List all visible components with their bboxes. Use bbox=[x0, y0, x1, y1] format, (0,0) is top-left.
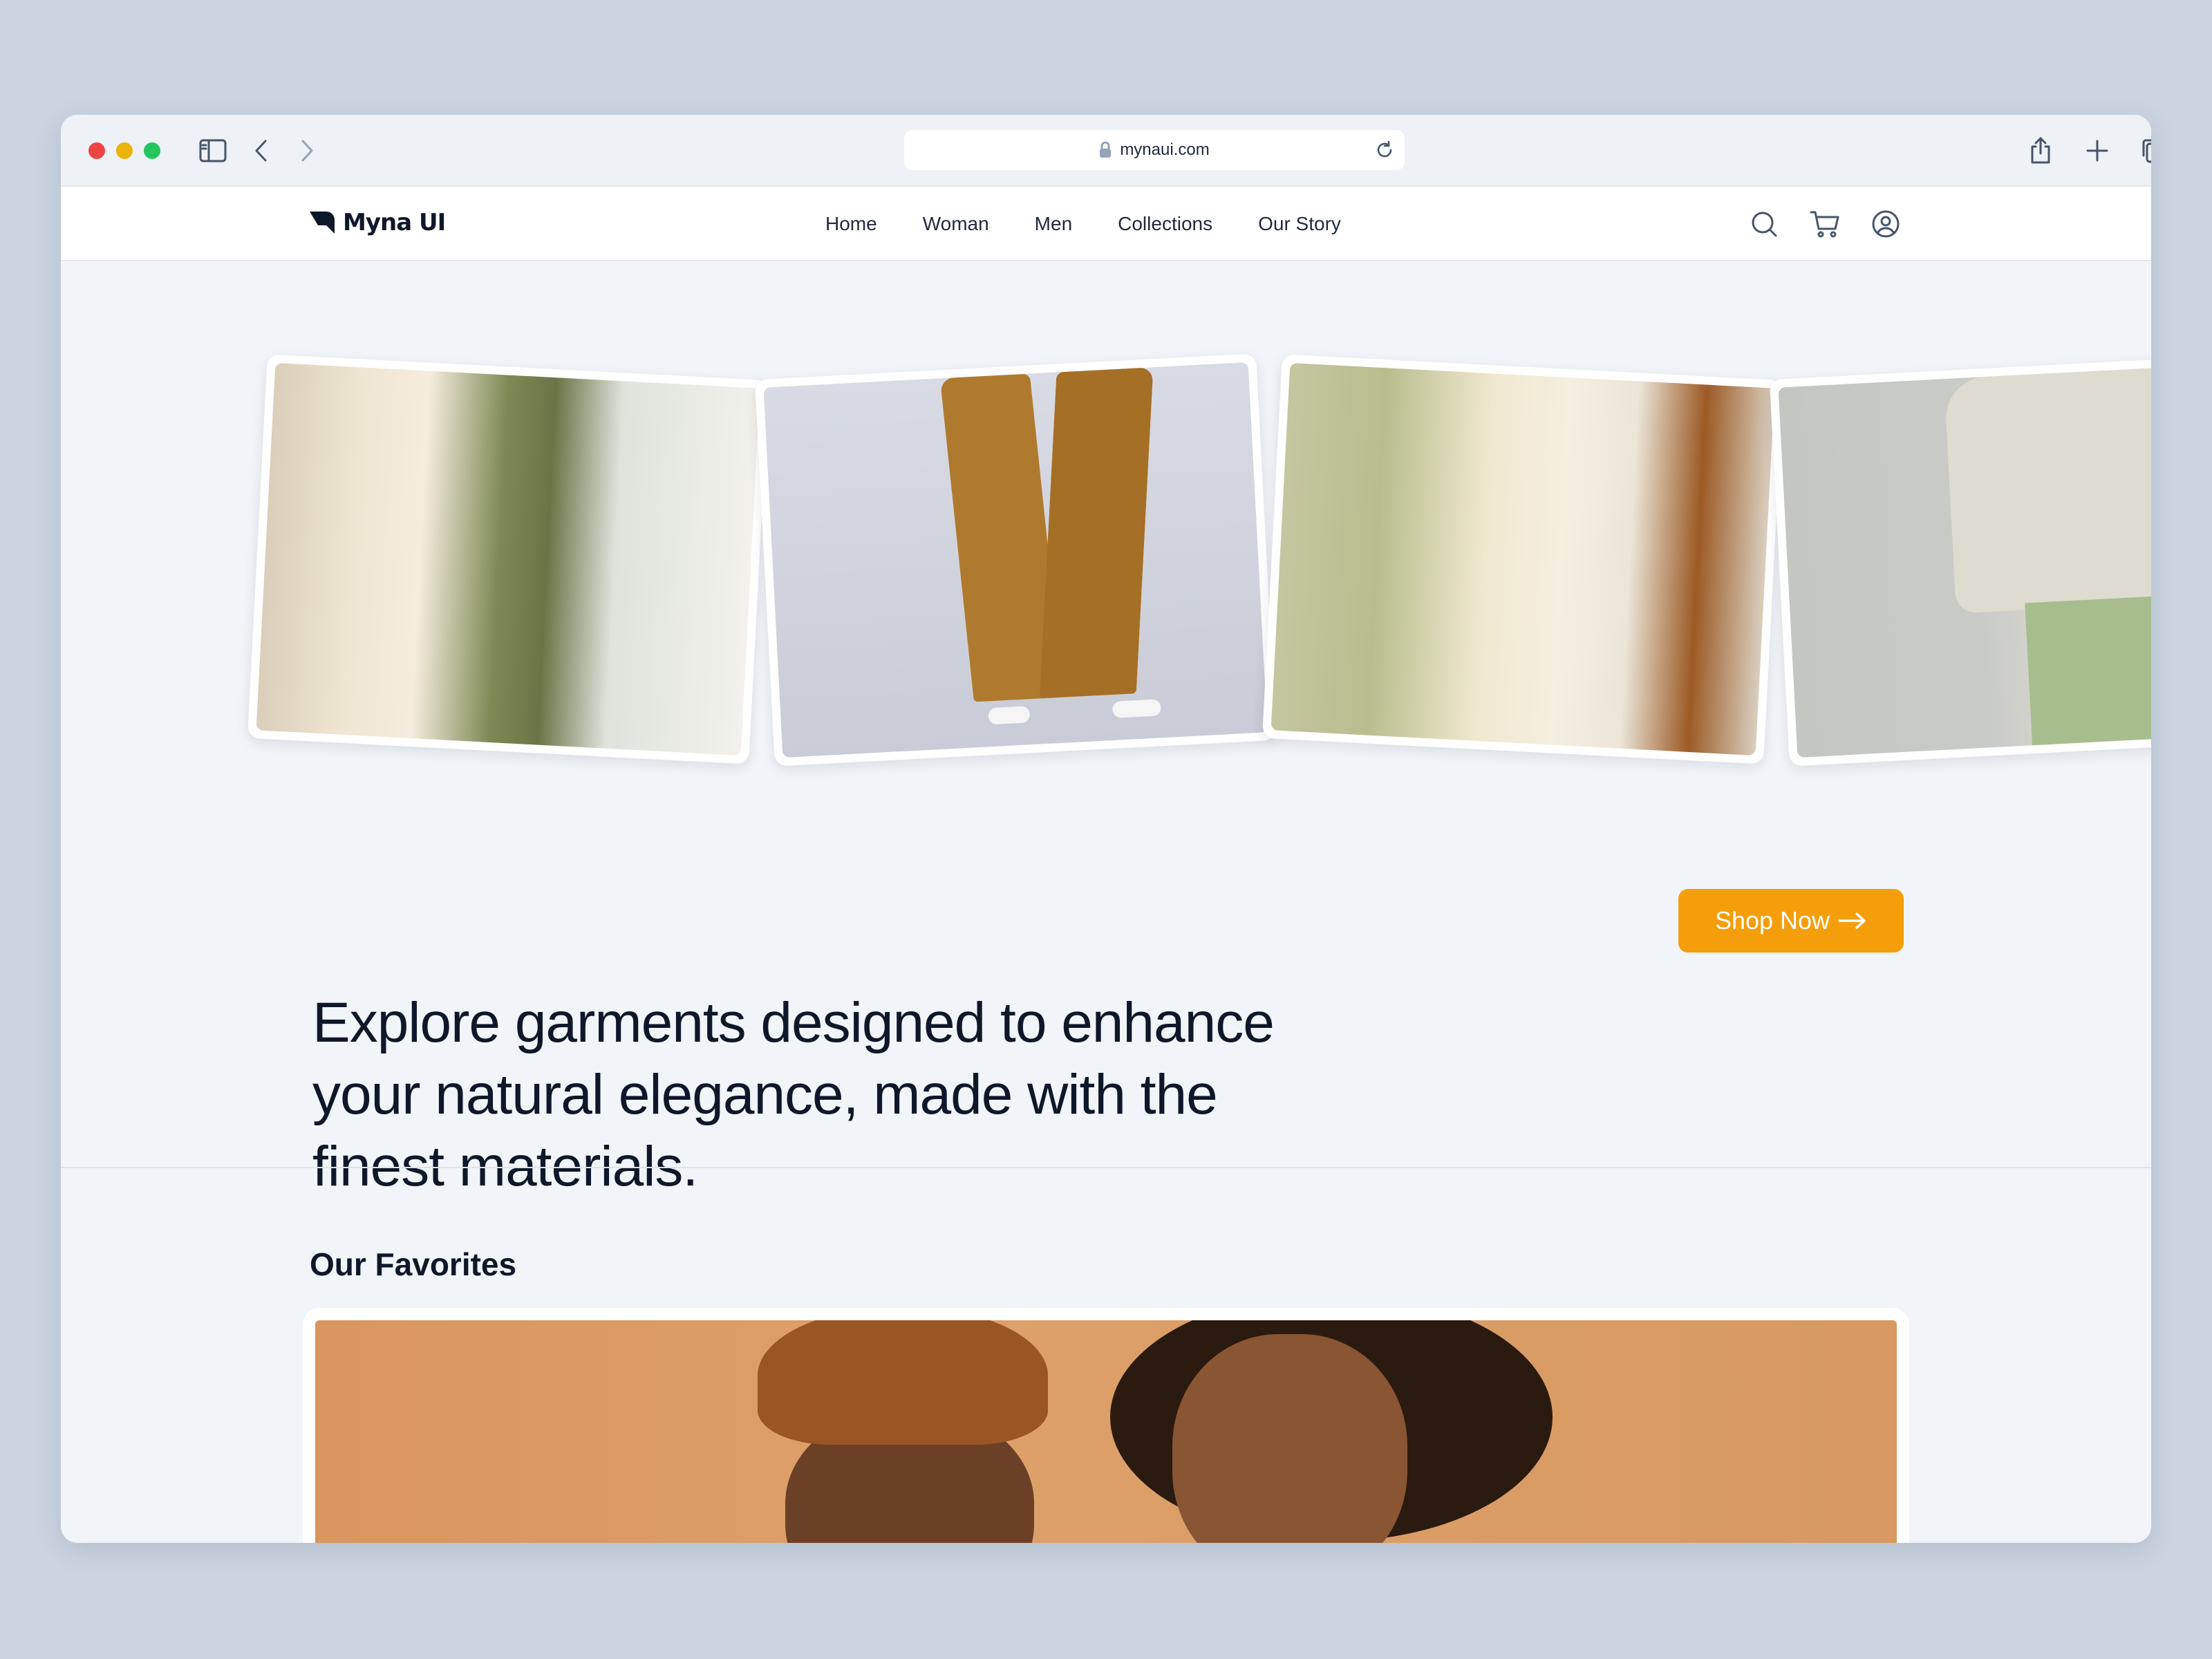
nav-link-our-story[interactable]: Our Story bbox=[1258, 213, 1341, 235]
forward-icon[interactable] bbox=[290, 134, 324, 167]
site-logo[interactable]: Myna UI bbox=[308, 209, 446, 236]
close-window-button[interactable] bbox=[88, 142, 105, 159]
nav-link-woman[interactable]: Woman bbox=[923, 213, 989, 235]
sweater-image bbox=[1778, 362, 2151, 758]
nav-link-men[interactable]: Men bbox=[1035, 213, 1072, 235]
arrow-right-icon bbox=[1838, 912, 1866, 929]
hero-photo-sweater bbox=[1769, 353, 2151, 767]
favorites-image bbox=[315, 1320, 1897, 1543]
address-bar[interactable]: mynaui.com bbox=[904, 130, 1405, 170]
shop-now-button[interactable]: Shop Now bbox=[1678, 889, 1904, 953]
tabs-overview-icon[interactable] bbox=[2137, 134, 2151, 167]
reload-icon[interactable] bbox=[1374, 140, 1395, 160]
hero-photo-outfits bbox=[1262, 354, 1784, 765]
hero-photo-scarves bbox=[247, 354, 769, 765]
lock-icon bbox=[1100, 142, 1112, 158]
url-text: mynaui.com bbox=[1120, 140, 1210, 159]
logo-mark-icon bbox=[310, 212, 335, 234]
main-nav: Home Woman Men Collections Our Story bbox=[825, 187, 1341, 261]
shop-now-label: Shop Now bbox=[1714, 906, 1830, 935]
header-actions bbox=[1747, 207, 1902, 241]
favorites-card[interactable] bbox=[303, 1308, 1909, 1543]
section-divider bbox=[61, 1167, 2151, 1168]
zoom-window-button[interactable] bbox=[144, 142, 160, 159]
nav-link-home[interactable]: Home bbox=[825, 213, 877, 235]
browser-toolbar: mynaui.com bbox=[61, 115, 2151, 187]
sidebar-toggle-icon[interactable] bbox=[196, 134, 229, 167]
site-header: Myna UI Home Woman Men Collections Our S… bbox=[61, 187, 2151, 261]
window-controls bbox=[88, 142, 160, 159]
cart-icon[interactable] bbox=[1808, 207, 1841, 241]
favorites-title: Our Favorites bbox=[310, 1246, 517, 1282]
hero-photo-trousers bbox=[754, 353, 1277, 767]
user-icon[interactable] bbox=[1869, 207, 1902, 241]
browser-window: mynaui.com Myna UI Home Woman Men Collec… bbox=[61, 115, 2151, 1543]
scarves-image bbox=[256, 362, 760, 756]
logo-text: Myna UI bbox=[343, 209, 446, 236]
minimize-window-button[interactable] bbox=[116, 142, 133, 159]
outfits-image bbox=[1271, 362, 1775, 756]
back-icon[interactable] bbox=[245, 134, 278, 167]
share-icon[interactable] bbox=[2024, 134, 2057, 167]
trousers-image bbox=[763, 362, 1268, 758]
hero-headline: Explore garments designed to enhance you… bbox=[312, 991, 1275, 1198]
new-tab-icon[interactable] bbox=[2081, 134, 2114, 167]
nav-link-collections[interactable]: Collections bbox=[1118, 213, 1212, 235]
search-icon[interactable] bbox=[1747, 207, 1781, 241]
